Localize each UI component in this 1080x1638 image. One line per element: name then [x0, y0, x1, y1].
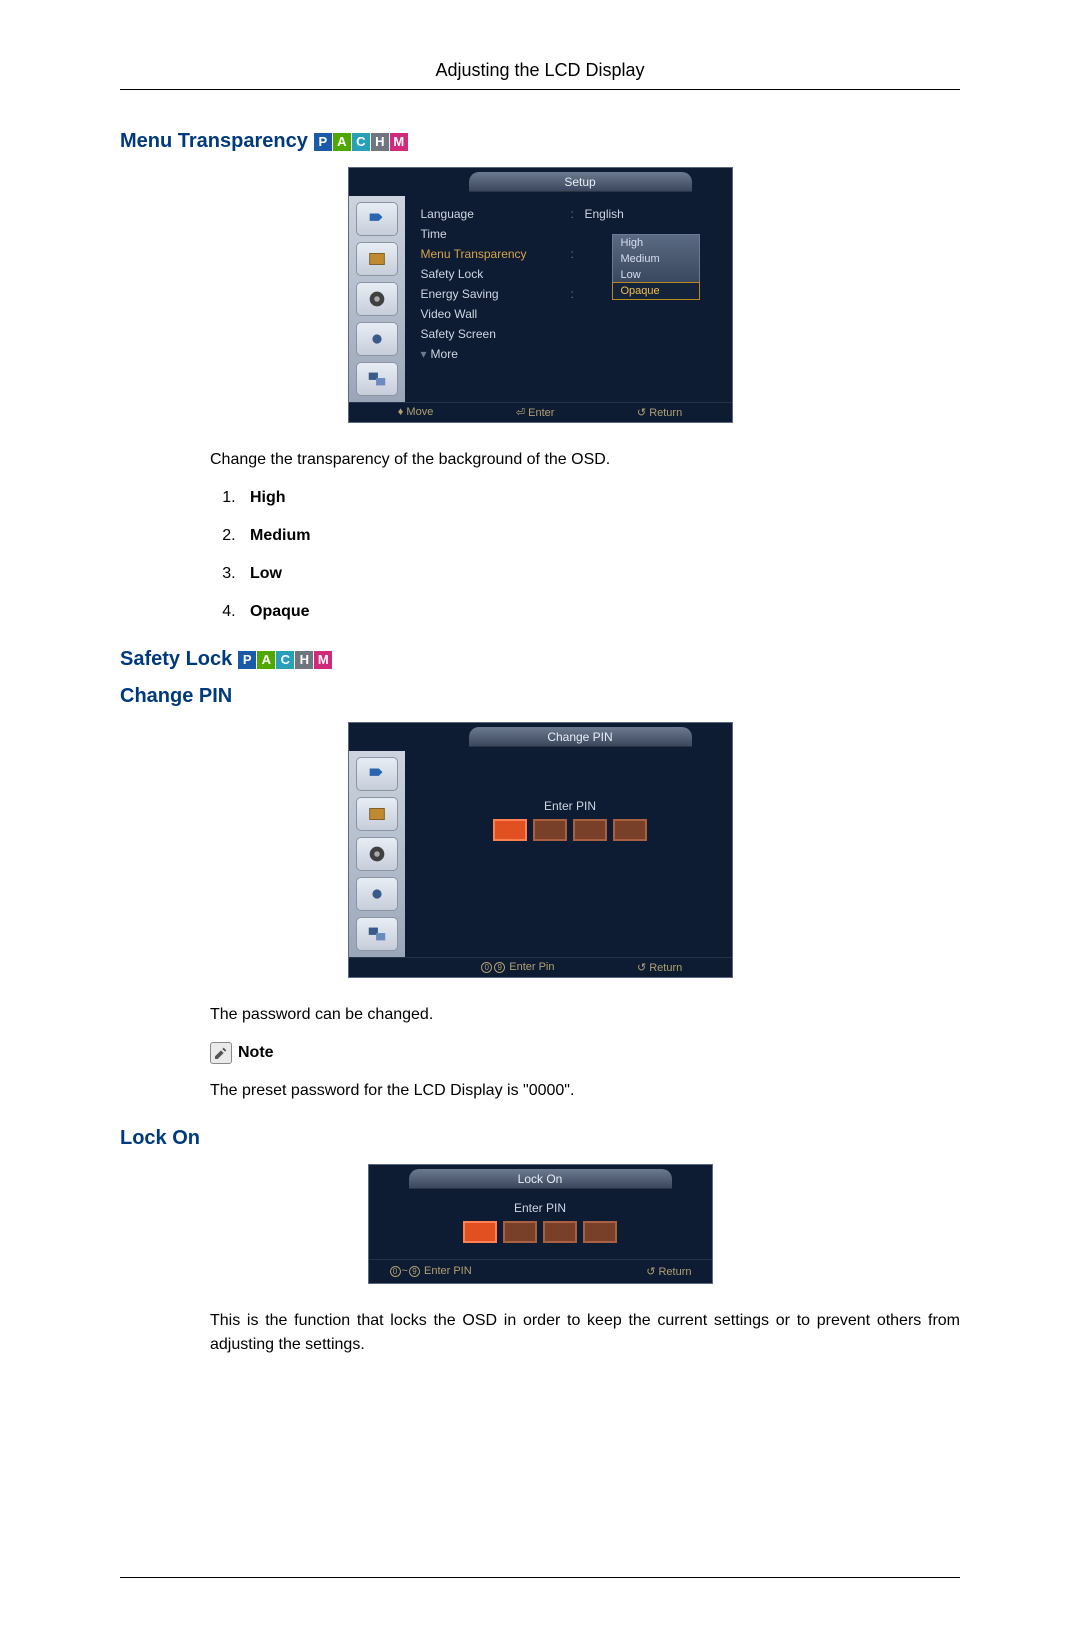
osd-main: Enter PIN: [405, 751, 732, 957]
badge-a: A: [257, 651, 275, 669]
pin-digit-4[interactable]: [613, 819, 647, 841]
enter-pin-label: Enter PIN: [369, 1201, 712, 1215]
osd-tab-setup-icon[interactable]: [356, 322, 398, 356]
desc-menu-transparency: Change the transparency of the backgroun…: [210, 448, 960, 472]
heading-text: Menu Transparency: [120, 130, 308, 153]
osd-main: Language:English Time Menu Transparency:…: [405, 196, 732, 402]
badge-h: H: [295, 651, 313, 669]
pachm-badges: P A C H M: [314, 133, 408, 151]
osd-row-language[interactable]: Language: [421, 207, 571, 221]
footer-enter-pin: 09 Enter Pin: [480, 961, 554, 974]
osd-title: Lock On: [409, 1169, 672, 1189]
osd-title: Change PIN: [469, 727, 692, 747]
arrow-down-icon: ▾: [421, 347, 427, 361]
osd-tab-input-icon[interactable]: [356, 757, 398, 791]
pachm-badges: P A C H M: [238, 651, 332, 669]
osd-row-menu-transparency[interactable]: Menu Transparency: [421, 247, 571, 261]
osd-row-safety-lock[interactable]: Safety Lock: [421, 267, 571, 281]
osd-tab-picture-icon[interactable]: [356, 242, 398, 276]
osd-setup: Setup Language:English Time Menu Transpa…: [348, 167, 733, 423]
option-4: Opaque: [240, 600, 960, 624]
osd-change-pin: Change PIN Enter PIN 09 Enter Pin ↺ Retu…: [348, 722, 733, 978]
osd-option-medium[interactable]: Medium: [613, 251, 699, 267]
osd-row-more[interactable]: More: [431, 347, 581, 361]
pin-digit-3[interactable]: [543, 1221, 577, 1243]
footer-move: ♦ Move: [398, 406, 434, 419]
content-change-pin: The password can be changed. Note The pr…: [210, 1003, 960, 1103]
osd-footer: 0~9 Enter PIN ↺ Return: [369, 1259, 712, 1283]
pin-digit-4[interactable]: [583, 1221, 617, 1243]
badge-a: A: [333, 133, 351, 151]
osd-row-video-wall[interactable]: Video Wall: [421, 307, 571, 321]
bottom-rule: [120, 1577, 960, 1578]
badge-p: P: [238, 651, 256, 669]
osd-tab-sound-icon[interactable]: [356, 837, 398, 871]
osd-lock-on: Lock On Enter PIN 0~9 Enter PIN ↺ Return: [368, 1164, 713, 1284]
osd-sidebar: [349, 751, 405, 957]
osd-tab-setup-icon[interactable]: [356, 877, 398, 911]
osd-option-high[interactable]: High: [613, 235, 699, 251]
pin-boxes: [369, 1221, 712, 1243]
note-row: Note: [210, 1041, 960, 1065]
note-label: Note: [238, 1041, 274, 1065]
heading-menu-transparency: Menu Transparency P A C H M: [120, 130, 960, 153]
heading-lock-on: Lock On: [120, 1127, 960, 1150]
footer-return: ↺ Return: [637, 961, 682, 974]
osd-footer: ♦ Move ⏎ Enter ↺ Return: [349, 402, 732, 422]
osd-tab-picture-icon[interactable]: [356, 797, 398, 831]
osd-tab-sound-icon[interactable]: [356, 282, 398, 316]
footer-return: ↺ Return: [646, 1265, 691, 1278]
pin-digit-1[interactable]: [463, 1221, 497, 1243]
badge-c: C: [352, 133, 370, 151]
osd-tab-multi-icon[interactable]: [356, 917, 398, 951]
note-text: The preset password for the LCD Display …: [210, 1079, 960, 1103]
badge-c: C: [276, 651, 294, 669]
osd-submenu: High Medium Low Opaque: [612, 234, 700, 300]
note-icon: [210, 1042, 232, 1064]
pin-digit-2[interactable]: [533, 819, 567, 841]
pin-digit-2[interactable]: [503, 1221, 537, 1243]
badge-p: P: [314, 133, 332, 151]
badge-h: H: [371, 133, 389, 151]
page-header: Adjusting the LCD Display: [120, 60, 960, 90]
osd-sidebar: [349, 196, 405, 402]
osd-tab-input-icon[interactable]: [356, 202, 398, 236]
osd-option-opaque[interactable]: Opaque: [613, 283, 699, 299]
desc-change-pin: The password can be changed.: [210, 1003, 960, 1027]
heading-safety-lock: Safety Lock P A C H M: [120, 648, 960, 671]
osd-footer: 09 Enter Pin ↺ Return: [349, 957, 732, 977]
enter-pin-label: Enter PIN: [421, 799, 720, 813]
footer-enter-pin: 0~9 Enter PIN: [389, 1265, 472, 1278]
footer-enter: ⏎ Enter: [516, 406, 555, 419]
content-menu-transparency: Change the transparency of the backgroun…: [210, 448, 960, 624]
option-3: Low: [240, 562, 960, 586]
pin-boxes: [421, 819, 720, 841]
osd-row-time[interactable]: Time: [421, 227, 571, 241]
osd-row-energy-saving[interactable]: Energy Saving: [421, 287, 571, 301]
osd-tab-multi-icon[interactable]: [356, 362, 398, 396]
option-1: High: [240, 486, 960, 510]
osd-row-safety-screen[interactable]: Safety Screen: [421, 327, 571, 341]
osd-option-low[interactable]: Low: [613, 267, 699, 283]
option-2: Medium: [240, 524, 960, 548]
heading-change-pin: Change PIN: [120, 685, 960, 708]
footer-return: ↺ Return: [637, 406, 682, 419]
content-lock-on: This is the function that locks the OSD …: [210, 1309, 960, 1357]
pin-digit-3[interactable]: [573, 819, 607, 841]
desc-lock-on: This is the function that locks the OSD …: [210, 1309, 960, 1357]
pin-digit-1[interactable]: [493, 819, 527, 841]
badge-m: M: [314, 651, 332, 669]
osd-value-language: English: [585, 207, 624, 221]
osd-title: Setup: [469, 172, 692, 192]
badge-m: M: [390, 133, 408, 151]
heading-text: Safety Lock: [120, 648, 232, 671]
